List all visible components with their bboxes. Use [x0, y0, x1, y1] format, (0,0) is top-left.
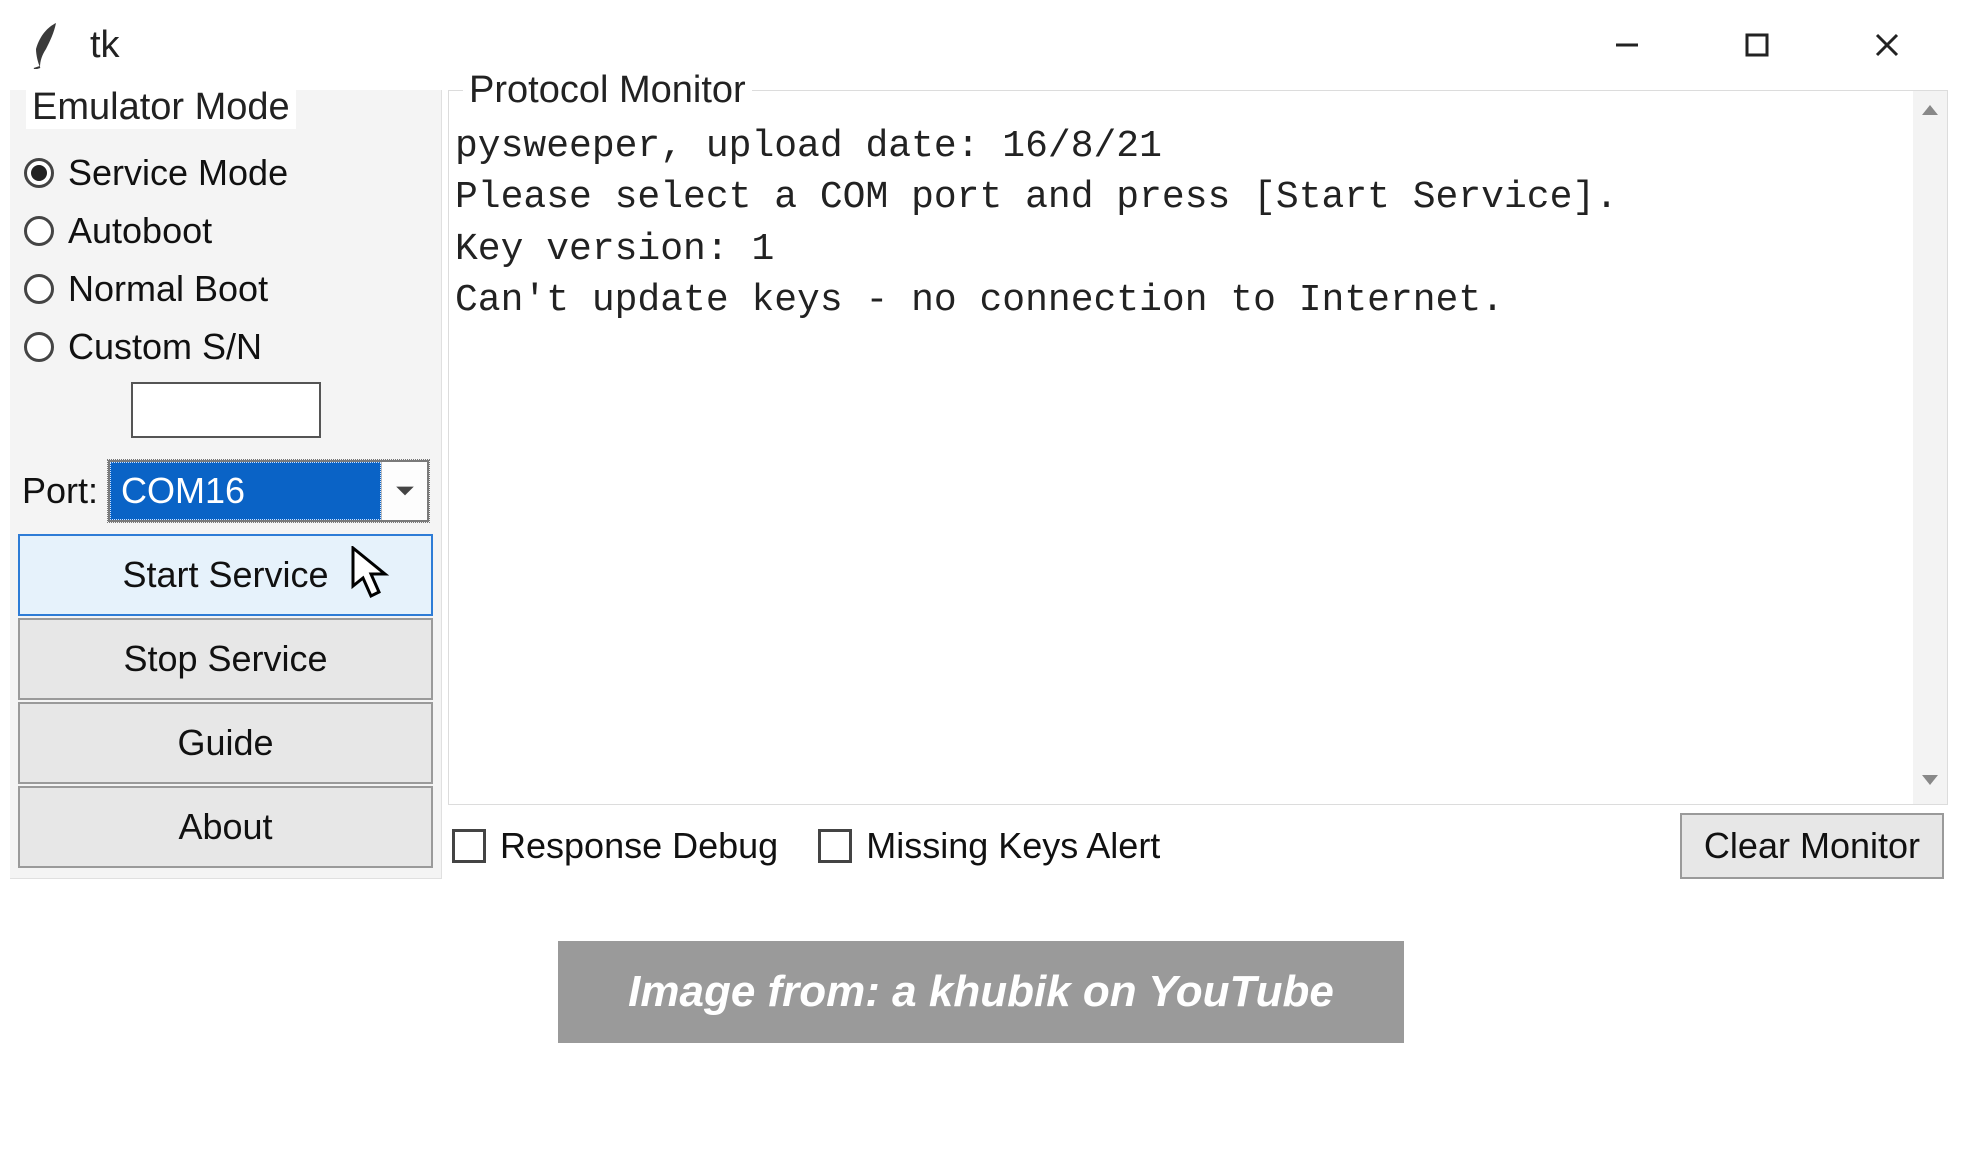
- checkbox-label: Response Debug: [500, 825, 778, 867]
- response-debug-checkbox[interactable]: Response Debug: [452, 825, 778, 867]
- radio-icon: [24, 332, 54, 362]
- radio-custom-sn[interactable]: Custom S/N: [16, 318, 435, 376]
- titlebar: tk: [0, 0, 1962, 90]
- close-button[interactable]: [1822, 0, 1952, 90]
- radio-icon: [24, 158, 54, 188]
- right-panel: Protocol Monitor pysweeper, upload date:…: [448, 90, 1948, 879]
- radio-autoboot[interactable]: Autoboot: [16, 202, 435, 260]
- button-label: Stop Service: [123, 638, 327, 680]
- radio-icon: [24, 274, 54, 304]
- radio-label: Autoboot: [68, 210, 212, 252]
- scroll-down-icon: [1920, 769, 1940, 794]
- protocol-monitor-group: Protocol Monitor pysweeper, upload date:…: [448, 90, 1948, 805]
- stop-service-button[interactable]: Stop Service: [18, 618, 433, 700]
- clear-monitor-button[interactable]: Clear Monitor: [1680, 813, 1944, 879]
- button-label: Clear Monitor: [1704, 825, 1920, 867]
- protocol-monitor-text[interactable]: pysweeper, upload date: 16/8/21 Please s…: [449, 91, 1913, 804]
- window: tk Emulator Mode Service Mode Autoboot: [0, 0, 1962, 893]
- scrollbar[interactable]: [1913, 91, 1947, 804]
- radio-label: Normal Boot: [68, 268, 268, 310]
- maximize-button[interactable]: [1692, 0, 1822, 90]
- checkbox-label: Missing Keys Alert: [866, 825, 1160, 867]
- radio-service-mode[interactable]: Service Mode: [16, 144, 435, 202]
- emulator-mode-group: Emulator Mode Service Mode Autoboot Norm…: [10, 90, 442, 879]
- scroll-up-icon: [1920, 101, 1940, 126]
- button-label: About: [178, 806, 272, 848]
- missing-keys-alert-checkbox[interactable]: Missing Keys Alert: [818, 825, 1160, 867]
- radio-normal-boot[interactable]: Normal Boot: [16, 260, 435, 318]
- port-label: Port:: [22, 470, 98, 512]
- attribution-banner: Image from: a khubik on YouTube: [558, 941, 1404, 1043]
- port-value: COM16: [110, 462, 381, 520]
- minimize-button[interactable]: [1562, 0, 1692, 90]
- protocol-monitor-label: Protocol Monitor: [463, 69, 752, 112]
- tk-feather-icon: [26, 21, 62, 69]
- custom-sn-input[interactable]: [131, 382, 321, 438]
- button-label: Guide: [177, 722, 273, 764]
- port-combobox[interactable]: COM16: [108, 460, 429, 522]
- radio-label: Service Mode: [68, 152, 288, 194]
- body: Emulator Mode Service Mode Autoboot Norm…: [0, 90, 1962, 893]
- radio-icon: [24, 216, 54, 246]
- checkbox-icon: [452, 829, 486, 863]
- chevron-down-icon: [381, 462, 427, 520]
- button-label: Start Service: [122, 554, 328, 596]
- emulator-mode-label: Emulator Mode: [26, 86, 296, 129]
- checkbox-icon: [818, 829, 852, 863]
- start-service-button[interactable]: Start Service: [18, 534, 433, 616]
- about-button[interactable]: About: [18, 786, 433, 868]
- guide-button[interactable]: Guide: [18, 702, 433, 784]
- radio-label: Custom S/N: [68, 326, 262, 368]
- window-title: tk: [90, 24, 120, 67]
- bottom-bar: Response Debug Missing Keys Alert Clear …: [448, 805, 1948, 879]
